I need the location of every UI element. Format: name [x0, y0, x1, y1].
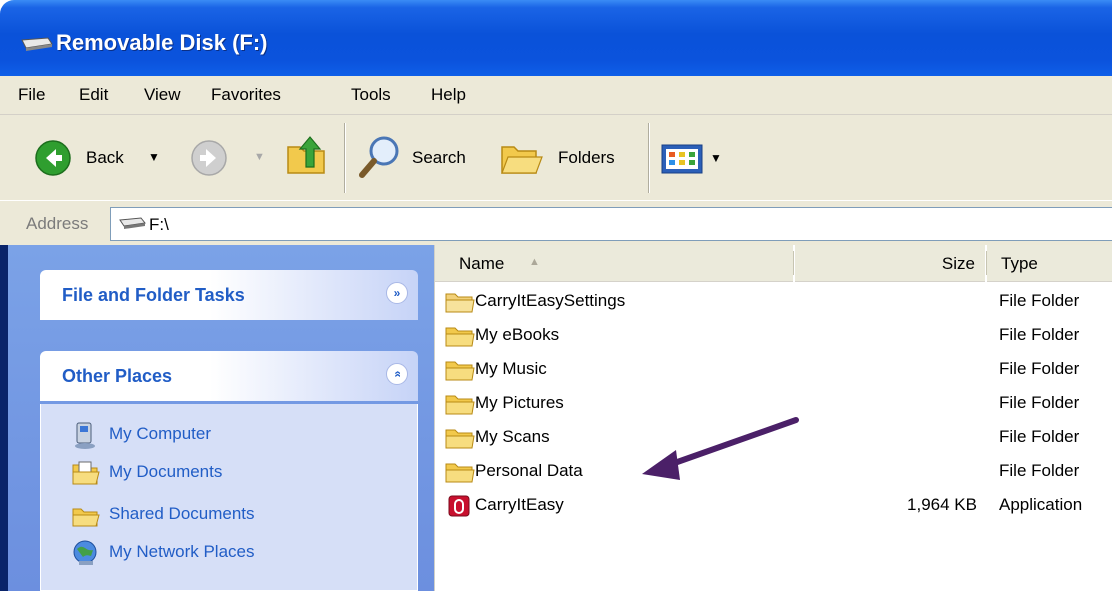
back-dropdown-icon[interactable]: ▼	[148, 150, 160, 164]
address-bar: Address F:\	[0, 200, 1112, 245]
computer-icon	[75, 422, 95, 449]
place-label: My Network Places	[109, 542, 255, 561]
up-folder-icon[interactable]	[284, 133, 330, 179]
file-row[interactable]: My Music File Folder	[435, 352, 1112, 386]
file-name: My Music	[475, 359, 547, 378]
folder-icon	[445, 293, 475, 313]
file-type: File Folder	[999, 393, 1080, 412]
back-button[interactable]: Back ▼	[30, 129, 166, 185]
file-folder-tasks-header[interactable]: File and Folder Tasks »	[40, 270, 418, 320]
column-header-name[interactable]: Name ▲	[435, 245, 793, 282]
folder-icon	[445, 463, 475, 483]
views-button[interactable]: ▼	[660, 143, 730, 179]
back-arrow-icon	[35, 140, 71, 176]
file-type: File Folder	[999, 325, 1080, 344]
explorer-window: Removable Disk (F:) File Edit View Favor…	[0, 0, 1112, 591]
place-label: My Documents	[109, 462, 223, 481]
search-button[interactable]: Search	[356, 127, 482, 187]
documents-folder-icon	[72, 461, 100, 485]
folders-button[interactable]: Folders	[498, 127, 638, 187]
back-label: Back	[86, 148, 124, 167]
file-type: File Folder	[999, 461, 1080, 480]
file-name: CarryItEasySettings	[475, 291, 626, 310]
file-row[interactable]: CarryItEasy 1,964 KB Application	[435, 488, 1112, 522]
file-folder-tasks-title: File and Folder Tasks	[62, 285, 245, 305]
title-bar[interactable]: Removable Disk (F:)	[0, 0, 1112, 76]
task-pane: File and Folder Tasks » Other Places » M…	[0, 245, 434, 591]
folder-icon	[445, 327, 475, 347]
forward-arrow-icon[interactable]	[190, 139, 228, 177]
address-value: F:\	[149, 215, 169, 234]
network-icon	[73, 540, 97, 565]
other-places-list: My Computer My Documents Shared Document…	[40, 404, 418, 591]
search-icon	[359, 136, 399, 178]
menu-tools[interactable]: Tools	[351, 85, 391, 105]
place-label: Shared Documents	[109, 504, 255, 523]
file-row[interactable]: CarryItEasySettings File Folder	[435, 284, 1112, 318]
column-header-type[interactable]: Type	[987, 245, 1112, 282]
file-row[interactable]: My eBooks File Folder	[435, 318, 1112, 352]
collapse-chevron-icon[interactable]: »	[386, 363, 408, 385]
other-places-header[interactable]: Other Places »	[40, 351, 418, 401]
file-type: File Folder	[999, 427, 1080, 446]
file-type: File Folder	[999, 359, 1080, 378]
removable-drive-icon	[21, 37, 53, 51]
file-name: CarryItEasy	[475, 495, 564, 514]
window-title: Removable Disk (F:)	[56, 30, 268, 55]
views-icon	[661, 144, 703, 174]
drive-icon	[119, 217, 146, 229]
menu-help[interactable]: Help	[431, 85, 466, 105]
toolbar: Back ▼ ▼ Search Folders ▼	[0, 114, 1112, 202]
forward-dropdown-icon: ▼	[254, 151, 265, 163]
folders-icon	[501, 146, 543, 174]
search-label: Search	[412, 148, 466, 167]
file-name: Personal Data	[475, 461, 583, 480]
folders-label: Folders	[558, 148, 615, 167]
annotation-arrow-icon	[642, 417, 799, 480]
folder-icon	[445, 429, 475, 449]
place-label: My Computer	[109, 424, 212, 443]
expand-chevron-icon[interactable]: »	[386, 282, 408, 304]
shared-folder-icon	[72, 508, 100, 527]
application-icon	[448, 495, 470, 517]
menu-file[interactable]: File	[18, 85, 45, 105]
menu-edit[interactable]: Edit	[79, 85, 108, 105]
address-input[interactable]: F:\	[110, 207, 1112, 241]
address-label: Address	[26, 214, 89, 233]
file-type: Application	[999, 495, 1083, 514]
file-name: My Pictures	[475, 393, 564, 412]
folder-icon	[445, 395, 475, 415]
file-type: File Folder	[999, 291, 1080, 310]
sort-ascending-icon: ▲	[529, 256, 540, 268]
column-type-label: Type	[1001, 254, 1038, 273]
column-size-label: Size	[941, 254, 975, 273]
menu-bar: File Edit View Favorites Tools Help	[0, 76, 1112, 115]
views-dropdown-icon: ▼	[710, 151, 722, 165]
column-name-label: Name	[459, 254, 505, 273]
folder-icon	[445, 361, 475, 381]
menu-view[interactable]: View	[144, 85, 181, 105]
column-header-size[interactable]: Size	[795, 245, 985, 282]
menu-favorites[interactable]: Favorites	[211, 85, 281, 105]
file-size: 1,964 KB	[907, 495, 977, 514]
file-name: My Scans	[475, 427, 550, 446]
other-places-title: Other Places	[62, 366, 173, 386]
file-name: My eBooks	[475, 325, 560, 344]
